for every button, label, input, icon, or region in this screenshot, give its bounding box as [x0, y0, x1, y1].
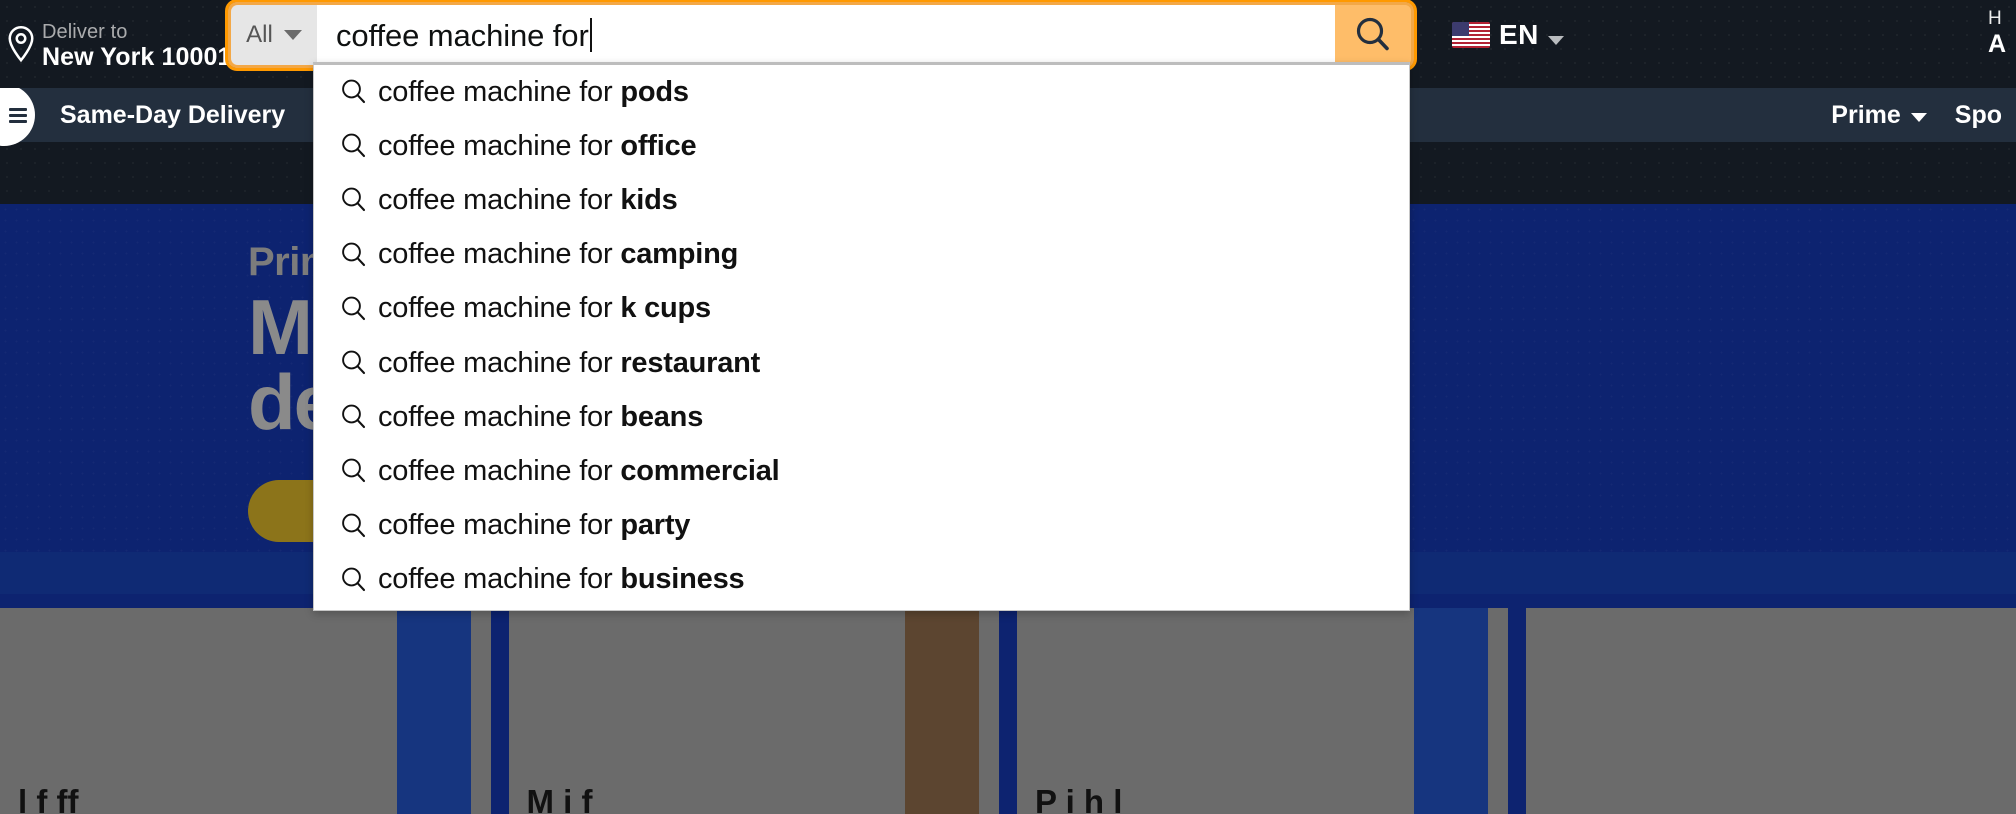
- location-pin-icon: [8, 25, 34, 63]
- nav-item-sports[interactable]: Spo: [1941, 95, 2016, 136]
- account-greeting: H: [1988, 8, 2002, 29]
- suggestion-label: coffee machine for commercial: [378, 454, 780, 487]
- suggestion-label: coffee machine for pods: [378, 75, 689, 108]
- card-thumbnail: [1413, 608, 1488, 814]
- nav-item-prime[interactable]: Prime: [1817, 95, 1940, 136]
- suggestion-item[interactable]: coffee machine for beans: [314, 390, 1409, 444]
- search-icon: [330, 511, 378, 541]
- category-card[interactable]: l f ff: [0, 608, 491, 814]
- search-icon: [1356, 17, 1389, 51]
- nav-item-label: Spo: [1954, 100, 2002, 129]
- search-icon: [330, 294, 378, 324]
- account-menu[interactable]: H A: [1988, 8, 2006, 60]
- suggestion-item[interactable]: coffee machine for business: [314, 553, 1409, 607]
- deliver-to-button[interactable]: Deliver to New York 10001: [2, 10, 242, 78]
- suggestion-label: coffee machine for kids: [378, 183, 678, 216]
- suggestion-label: coffee machine for business: [378, 563, 745, 596]
- search-icon: [330, 348, 378, 378]
- hamburger-menu-icon: [9, 105, 27, 126]
- deliver-to-text: Deliver to New York 10001: [42, 21, 232, 71]
- category-card-row: l f ff M i f P i h l: [0, 594, 2016, 814]
- deliver-to-location: New York 10001: [42, 43, 232, 72]
- nav-item-same-day-delivery[interactable]: Same-Day Delivery: [46, 95, 299, 136]
- us-flag-icon: [1452, 22, 1490, 48]
- nav-item-label: Prime: [1831, 100, 1901, 129]
- card-title: P i h l: [1035, 783, 1123, 814]
- language-selector[interactable]: EN: [1446, 10, 1570, 60]
- all-menu-button[interactable]: [0, 84, 35, 146]
- suggestion-label: coffee machine for restaurant: [378, 346, 761, 379]
- search-submit-button[interactable]: [1335, 5, 1411, 65]
- language-code: EN: [1499, 19, 1539, 50]
- suggestion-label: coffee machine for k cups: [378, 292, 711, 325]
- chevron-down-icon: [1910, 113, 1927, 122]
- suggestion-label: coffee machine for office: [378, 129, 697, 162]
- search-icon: [330, 77, 378, 107]
- search-input-value: coffee machine for: [336, 17, 589, 53]
- text-cursor: [589, 18, 592, 52]
- search-icon: [330, 565, 378, 595]
- chevron-down-icon: [283, 30, 302, 40]
- search-icon: [330, 131, 378, 161]
- search-icon: [330, 402, 378, 432]
- amazon-homepage-screen: Prim Mo de Join l f ff M i f P i h l: [0, 0, 2016, 814]
- nav-item-label: Same-Day Delivery: [60, 100, 286, 129]
- suggestion-label: coffee machine for party: [378, 509, 691, 542]
- deliver-to-label: Deliver to: [42, 20, 128, 43]
- nav-links-right: Prime Spo: [1817, 88, 2016, 142]
- search-input[interactable]: coffee machine for: [317, 5, 1335, 65]
- category-card[interactable]: [1525, 608, 2016, 814]
- search-icon: [330, 185, 378, 215]
- card-thumbnail: [905, 608, 979, 814]
- card-title: l f ff: [18, 783, 79, 814]
- suggestion-item[interactable]: coffee machine for commercial: [314, 444, 1409, 498]
- chevron-down-icon: [1547, 35, 1564, 45]
- suggestion-item[interactable]: coffee machine for party: [314, 499, 1409, 553]
- card-thumbnail: [396, 608, 471, 814]
- category-card[interactable]: M i f: [508, 608, 999, 814]
- search-suggestions-dropdown: coffee machine for pods coffee machine fo…: [313, 62, 1410, 611]
- suggestion-item[interactable]: coffee machine for kids: [314, 173, 1409, 227]
- search-icon: [330, 240, 378, 270]
- suggestion-item[interactable]: coffee machine for k cups: [314, 282, 1409, 336]
- account-lists-label: A: [1988, 30, 2007, 59]
- suggestion-label: coffee machine for beans: [378, 400, 704, 433]
- suggestion-item[interactable]: coffee machine for restaurant: [314, 336, 1409, 390]
- search-category-label: All: [246, 21, 273, 48]
- card-title: M i f: [526, 783, 593, 814]
- suggestion-item[interactable]: coffee machine for camping: [314, 228, 1409, 282]
- category-card[interactable]: P i h l: [1017, 608, 1508, 814]
- suggestion-item[interactable]: coffee machine for pods: [314, 65, 1409, 119]
- suggestion-item[interactable]: coffee machine for office: [314, 119, 1409, 173]
- suggestion-label: coffee machine for camping: [378, 238, 739, 271]
- search-category-dropdown[interactable]: All: [231, 5, 317, 65]
- search-bar: All coffee machine for: [225, 0, 1417, 71]
- search-icon: [330, 456, 378, 486]
